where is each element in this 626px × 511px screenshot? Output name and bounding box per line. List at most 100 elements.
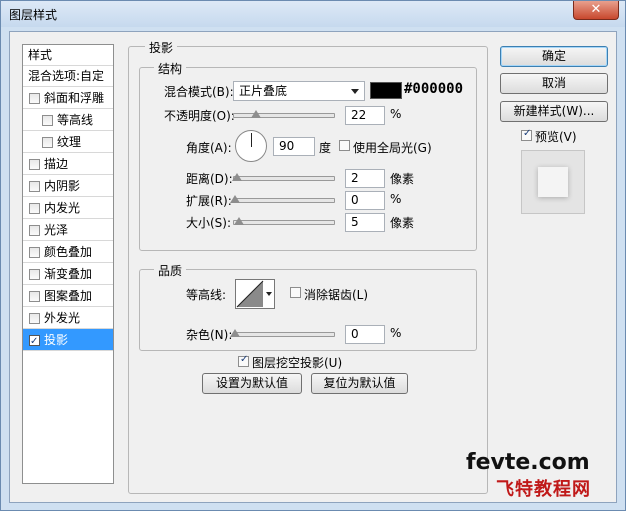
new-style-button[interactable]: 新建样式(W)... [500,101,608,122]
style-item-label: 内阴影 [44,179,81,193]
spread-unit: % [390,192,402,206]
ok-button[interactable]: 确定 [500,46,608,67]
angle-label: 角度(A): [186,141,232,155]
antialias-label: 消除锯齿(L) [304,288,369,302]
preview-label: 预览(V) [535,130,577,144]
style-item[interactable]: 内发光 [23,197,113,219]
blend-mode-label: 混合模式(B): [164,85,234,99]
noise-field[interactable]: 0 [345,325,385,344]
style-item-label: 斜面和浮雕 [44,91,105,105]
knockout-checkbox[interactable]: ✓ [238,354,249,367]
distance-slider-thumb[interactable] [232,173,242,181]
preview-shape [538,167,568,197]
spread-slider[interactable] [230,195,335,203]
style-item-label: 光泽 [44,223,69,237]
contour-picker[interactable] [235,279,275,309]
watermark-line-1: fevte.com [466,450,590,475]
distance-unit: 像素 [390,172,415,186]
opacity-slider-thumb[interactable] [251,110,261,118]
style-item-checkbox[interactable] [29,203,40,214]
style-item-checkbox[interactable] [29,313,40,324]
close-button[interactable]: ✕ [573,1,619,20]
size-unit: 像素 [390,216,415,230]
style-item-label: 描边 [44,157,69,171]
spread-slider-thumb[interactable] [230,195,240,203]
contour-label: 等高线: [186,288,227,302]
noise-unit: % [390,326,402,340]
style-item[interactable]: ✓ 投影 [23,329,113,351]
style-item-checkbox[interactable] [29,159,40,170]
style-item-checkbox[interactable]: ✓ [29,335,40,347]
style-item[interactable]: 纹理 [23,131,113,153]
size-slider-thumb[interactable] [234,217,244,225]
angle-field[interactable]: 90 [273,137,315,156]
global-light-checkbox[interactable] [339,140,350,151]
size-label: 大小(S): [186,216,232,230]
drop-shadow-title: 投影 [145,39,178,56]
cancel-button[interactable]: 取消 [500,73,608,94]
antialias-checkbox[interactable] [290,287,301,298]
dialog-body: 样式 混合选项:自定 斜面和浮雕等高线纹理描边内阴影内发光光泽颜色叠加渐变叠加图… [9,31,617,503]
size-slider[interactable] [233,217,335,225]
distance-field[interactable]: 2 [345,169,385,188]
chevron-down-icon [351,89,359,94]
style-item-checkbox[interactable] [29,225,40,236]
style-item[interactable]: 内阴影 [23,175,113,197]
shadow-color-swatch[interactable] [370,82,402,99]
title-bar[interactable]: 图层样式 ✕ [1,1,625,27]
spread-field[interactable]: 0 [345,191,385,210]
opacity-label: 不透明度(O): [164,109,235,123]
drop-shadow-group: 投影 结构 混合模式(B): 正片叠底 #000000 不透明度(O): 22 … [128,39,488,494]
size-field[interactable]: 5 [345,213,385,232]
shadow-color-hex: #000000 [404,81,464,97]
noise-slider-thumb[interactable] [230,329,240,337]
knockout-label: 图层挖空投影(U) [252,356,343,370]
angle-dial-needle [251,133,252,147]
global-light-label: 使用全局光(G) [353,141,432,155]
blend-options-item[interactable]: 混合选项:自定 [23,66,113,87]
style-item-label: 颜色叠加 [44,245,93,259]
layer-style-dialog: 图层样式 ✕ 样式 混合选项:自定 斜面和浮雕等高线纹理描边内阴影内发光光泽颜色… [0,0,626,511]
style-item[interactable]: 外发光 [23,307,113,329]
style-item[interactable]: 光泽 [23,219,113,241]
structure-group: 结构 混合模式(B): 正片叠底 #000000 不透明度(O): 22 % 角… [139,60,477,251]
window-title: 图层样式 [9,8,58,22]
style-item-label: 投影 [44,333,69,347]
blend-mode-select[interactable]: 正片叠底 [233,81,365,101]
spread-label: 扩展(R): [186,194,232,208]
style-item[interactable]: 斜面和浮雕 [23,87,113,109]
watermark-line-2: 飞特教程网 [496,479,591,500]
style-list: 样式 混合选项:自定 斜面和浮雕等高线纹理描边内阴影内发光光泽颜色叠加渐变叠加图… [22,44,114,484]
style-item-checkbox[interactable] [29,181,40,192]
style-item[interactable]: 描边 [23,153,113,175]
style-item[interactable]: 颜色叠加 [23,241,113,263]
check-icon: ✓ [30,336,39,347]
style-list-header-label: 样式 [28,48,53,62]
style-item-label: 渐变叠加 [44,267,93,281]
make-default-button[interactable]: 设置为默认值 [202,373,302,394]
style-item-checkbox[interactable] [42,115,53,126]
style-item-label: 等高线 [57,113,94,127]
style-item[interactable]: 图案叠加 [23,285,113,307]
style-item[interactable]: 等高线 [23,109,113,131]
noise-label: 杂色(N): [186,328,233,342]
angle-dial[interactable] [235,130,267,162]
angle-unit: 度 [319,141,332,155]
structure-title: 结构 [154,60,187,77]
style-item[interactable]: 渐变叠加 [23,263,113,285]
preview-checkbox[interactable]: ✓ [521,128,532,141]
style-item-checkbox[interactable] [29,269,40,280]
style-item-checkbox[interactable] [29,93,40,104]
style-item-label: 纹理 [57,135,82,149]
noise-slider[interactable] [230,329,335,337]
style-item-checkbox[interactable] [29,291,40,302]
distance-slider[interactable] [232,173,335,181]
style-item-checkbox[interactable] [42,137,53,148]
style-list-header[interactable]: 样式 [23,45,113,66]
style-item-label: 内发光 [44,201,81,215]
opacity-slider[interactable] [233,110,335,118]
style-item-label: 图案叠加 [44,289,93,303]
style-item-checkbox[interactable] [29,247,40,258]
opacity-field[interactable]: 22 [345,106,385,125]
reset-default-button[interactable]: 复位为默认值 [311,373,408,394]
